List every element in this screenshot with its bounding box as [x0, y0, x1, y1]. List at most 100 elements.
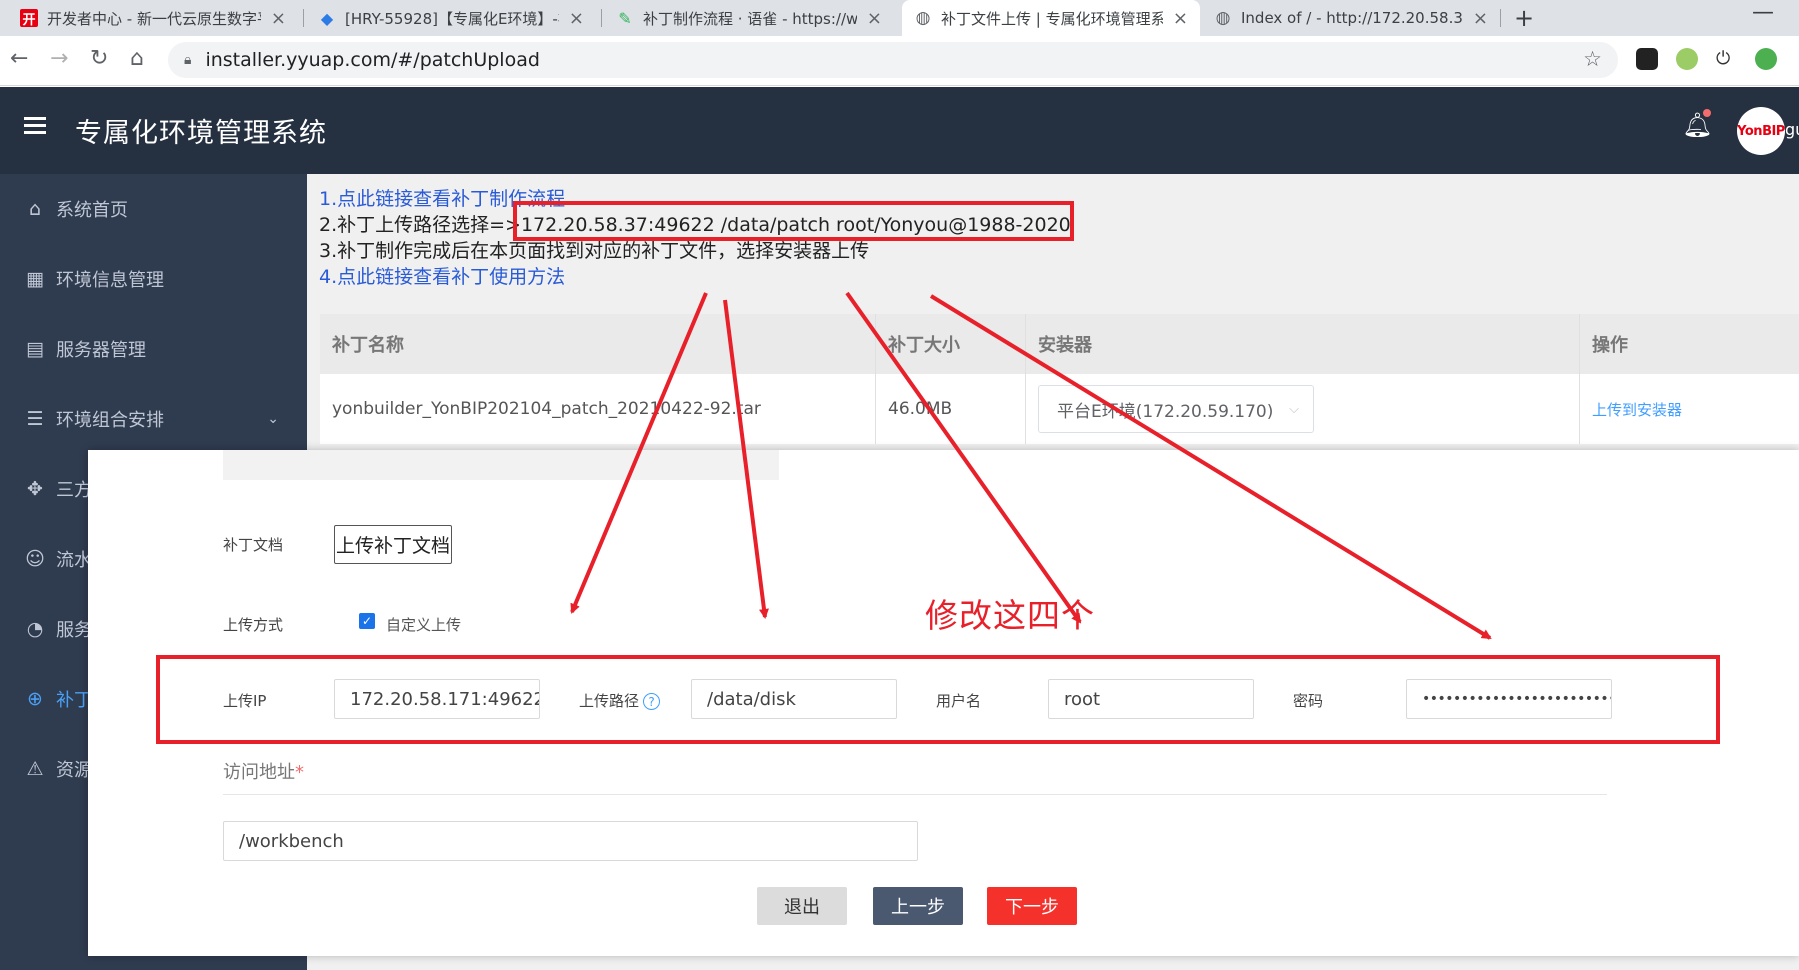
browser-tab[interactable]: 开 开发者中心 - 新一代云原生数字平台 ×: [8, 0, 298, 36]
sidebar-item-servers[interactable]: ▤ 服务器管理: [0, 314, 307, 384]
patch-table: 补丁名称 补丁大小 安装器 操作 yonbuilder_YonBIP202104…: [320, 314, 1799, 444]
password-input[interactable]: •••••••••••••••••••••••••: [1406, 679, 1612, 719]
upload-method-label: 上传方式: [223, 616, 284, 634]
sidebar-item-label: 补丁: [56, 690, 92, 711]
close-icon[interactable]: ×: [867, 8, 882, 29]
access-address-title: 访问地址*: [223, 758, 304, 784]
upload-doc-button[interactable]: 上传补丁文档: [334, 525, 452, 564]
sidebar-item-home[interactable]: ⌂ 系统首页: [0, 174, 307, 244]
instructions: 1.点此链接查看补丁制作流程 2.补丁上传路径选择=>172.20.58.37:…: [319, 186, 1071, 290]
column-header: 补丁大小: [876, 314, 1026, 374]
upload-dialog: 补丁文档 上传补丁文档 上传方式 ✓ 自定义上传 上传IP 172.20.58.…: [88, 450, 1799, 956]
upload-ip-label: 上传IP: [223, 692, 267, 710]
tab-separator: [303, 9, 304, 27]
patch-name: yonbuilder_YonBIP202104_patch_20210422-9…: [320, 374, 876, 444]
user-name: gu: [1785, 120, 1799, 139]
close-icon[interactable]: ×: [1173, 8, 1188, 29]
tab-title: Index of / - http://172.20.58.37: [1241, 9, 1463, 27]
previous-step-button[interactable]: 上一步: [873, 887, 963, 925]
move-icon: ✥: [27, 478, 43, 500]
installer-select[interactable]: 平台E环境(172.20.59.170) ⌵: [1038, 385, 1314, 433]
sidebar-item-label: 服务: [56, 620, 92, 641]
minimize-icon[interactable]: —: [1752, 0, 1774, 25]
smile-icon: ☺: [25, 548, 45, 570]
custom-upload-label: 自定义上传: [386, 616, 462, 634]
dialog-header-strip: [223, 450, 779, 480]
installer-cell: 平台E环境(172.20.59.170) ⌵: [1026, 374, 1580, 444]
tab-title: 补丁文件上传 | 专属化环境管理系统: [941, 9, 1163, 28]
browser-toolbar: ← → ↻ ⌂ 🔒︎ installer.yyuap.com/#/patchUp…: [0, 36, 1799, 86]
app-title: 专属化环境管理系统: [75, 118, 327, 149]
help-icon[interactable]: ?: [643, 693, 661, 710]
sidebar-item-env-info[interactable]: ▦ 环境信息管理: [0, 244, 307, 314]
power-icon[interactable]: ⏻: [1716, 48, 1738, 70]
access-address-input[interactable]: /workbench: [223, 821, 918, 861]
bookmark-star-icon[interactable]: ☆: [1583, 47, 1602, 71]
warning-icon: ⚠: [26, 758, 44, 780]
sidebar-item-label: 服务器管理: [56, 340, 146, 361]
installer-selected: 平台E环境(172.20.59.170): [1057, 401, 1274, 422]
patch-doc-label: 补丁文档: [223, 536, 284, 554]
sidebar-item-label: 环境信息管理: [56, 270, 164, 291]
sidebar-item-label: 流水: [56, 550, 92, 571]
upload-path-label: 上传路径?: [579, 690, 661, 711]
instruction-line-2: 2.补丁上传路径选择=>172.20.58.37:49622 /data/pat…: [319, 212, 1071, 238]
upload-ip-input[interactable]: 172.20.58.171:49622: [334, 679, 540, 719]
section-divider: [223, 794, 1607, 795]
extension-icon[interactable]: [1676, 48, 1698, 70]
password-label: 密码: [1293, 692, 1324, 710]
custom-upload-checkbox[interactable]: ✓: [359, 613, 375, 629]
upload-path-label-text: 上传路径: [579, 692, 640, 710]
browser-tab[interactable]: ✎ 补丁制作流程 · 语雀 - https://www ×: [604, 0, 894, 36]
table-header: 补丁名称 补丁大小 安装器 操作: [320, 314, 1799, 374]
forward-icon[interactable]: →: [50, 46, 68, 71]
upload-path-hint: 172.20.58.37:49622 /data/patch root/Yony…: [520, 214, 1071, 236]
sidebar-item-label: 三方: [56, 480, 92, 501]
avatar[interactable]: YonBIP: [1737, 107, 1785, 155]
browser-tab-strip: 开 开发者中心 - 新一代云原生数字平台 × ◆ [HRY-55928]【专属化…: [0, 0, 1799, 36]
access-address-label: 访问地址: [223, 762, 295, 783]
tab-favicon-icon: 开: [20, 9, 38, 28]
close-icon[interactable]: ×: [1473, 8, 1488, 29]
back-icon[interactable]: ←: [10, 46, 28, 71]
address-bar[interactable]: 🔒︎ installer.yyuap.com/#/patchUpload ☆: [168, 42, 1618, 78]
upload-to-installer-link[interactable]: 上传到安装器: [1592, 399, 1682, 420]
next-step-button[interactable]: 下一步: [987, 887, 1077, 925]
url-text: installer.yyuap.com/#/patchUpload: [205, 49, 540, 71]
browser-tab-active[interactable]: ◍ 补丁文件上传 | 专属化环境管理系统 ×: [902, 0, 1200, 36]
globe-icon: ⊕: [27, 688, 43, 710]
action-cell: 上传到安装器: [1580, 374, 1799, 444]
annotation-text: 修改这四个: [925, 596, 1095, 635]
close-icon[interactable]: ×: [569, 8, 584, 29]
upload-path-input[interactable]: /data/disk: [691, 679, 897, 719]
username-label: 用户名: [936, 692, 982, 710]
tab-favicon-icon: ◍: [1215, 8, 1231, 28]
chevron-down-icon: ⌄: [267, 411, 279, 427]
tab-separator: [601, 9, 602, 27]
extension-icon[interactable]: [1636, 48, 1658, 70]
home-icon[interactable]: ⌂: [130, 46, 144, 71]
username-input[interactable]: root: [1048, 679, 1254, 719]
column-header: 补丁名称: [320, 314, 876, 374]
instruction-prefix: 2.补丁上传路径选择=>: [319, 214, 521, 236]
required-marker: *: [295, 762, 304, 783]
tab-favicon-icon: ◆: [320, 8, 334, 28]
browser-tab[interactable]: ◍ Index of / - http://172.20.58.37 ×: [1202, 0, 1500, 36]
browser-tab[interactable]: ◆ [HRY-55928]【专属化E环境】-补丁 ×: [306, 0, 596, 36]
tab-title: 补丁制作流程 · 语雀 - https://www: [643, 9, 857, 28]
table-row: yonbuilder_YonBIP202104_patch_20210422-9…: [320, 374, 1799, 444]
sidebar-item-label: 环境组合安排: [56, 410, 164, 431]
tab-favicon-icon: ✎: [618, 8, 632, 28]
patch-process-link[interactable]: 1.点此链接查看补丁制作流程: [319, 186, 1071, 212]
tab-title: [HRY-55928]【专属化E环境】-补丁: [345, 9, 559, 28]
sidebar-item-env-combo[interactable]: ☰ 环境组合安排 ⌄: [0, 384, 307, 454]
exit-button[interactable]: 退出: [757, 887, 847, 925]
menu-icon[interactable]: [24, 117, 46, 135]
patch-usage-link[interactable]: 4.点此链接查看补丁使用方法: [319, 264, 1071, 290]
close-icon[interactable]: ×: [271, 8, 286, 29]
instruction-line-3: 3.补丁制作完成后在本页面找到对应的补丁文件，选择安装器上传: [319, 240, 870, 262]
new-tab-button[interactable]: +: [1514, 4, 1534, 32]
extension-icon[interactable]: [1755, 48, 1777, 70]
reload-icon[interactable]: ↻: [90, 46, 108, 71]
grid-icon: ▦: [26, 268, 44, 290]
